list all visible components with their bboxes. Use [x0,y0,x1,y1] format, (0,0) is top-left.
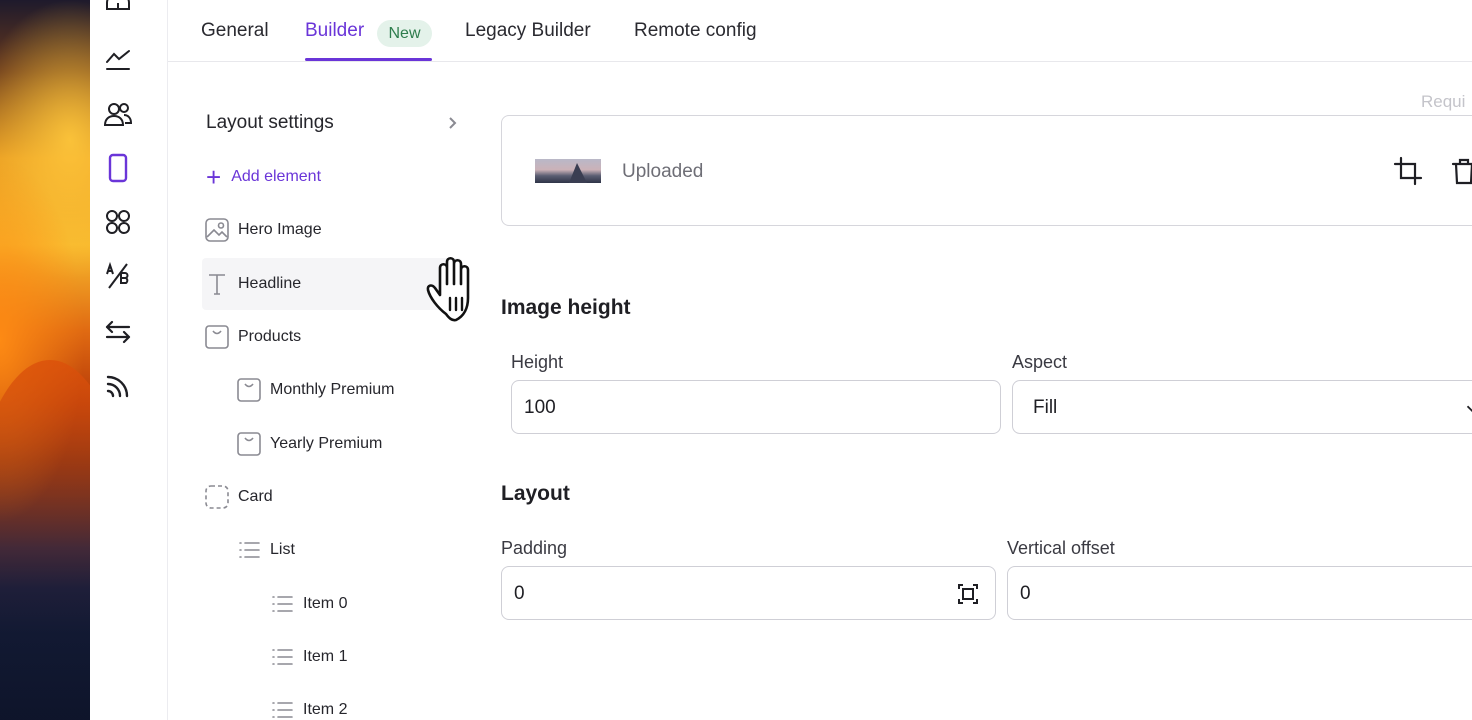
tree-item-label: Yearly Premium [270,435,383,452]
tree-item-label: Item 1 [303,648,348,665]
list-icon [269,591,295,617]
tree-item-label: Card [238,488,273,505]
crop-icon[interactable] [1391,154,1425,188]
tree-item-yearly-premium[interactable]: Yearly Premium [236,419,382,469]
add-element-button[interactable]: + Add element [206,162,321,192]
tree-item-label: Item 2 [303,701,348,718]
plus-icon: + [206,162,222,192]
image-icon [204,217,230,243]
tree-item-products[interactable]: Products [204,312,301,362]
rss-feed-icon[interactable] [102,370,134,402]
vertical-offset-input[interactable]: 0 [1007,566,1472,620]
height-label: Height [511,352,564,372]
hand-cursor-icon [426,256,470,322]
padding-box-icon[interactable] [954,580,982,608]
layout-settings[interactable]: Layout settings [206,112,334,134]
vertical-offset-value: 0 [1020,583,1031,604]
add-element-label: Add element [231,168,322,185]
tab-general[interactable]: General [201,20,269,60]
padding-value: 0 [514,583,525,604]
tab-bar: General Builder New Legacy Builder Remot… [168,0,1472,62]
chevron-right-icon[interactable] [444,114,460,132]
product-box-icon [204,324,230,350]
tree-item-item-1[interactable]: Item 1 [269,632,347,682]
tree-item-label: Products [238,328,302,345]
image-thumbnail [535,159,601,183]
properties-panel: Requi Uploaded Image height Height 100 A… [468,62,1472,720]
tree-item-label: Monthly Premium [270,381,395,398]
list-icon [236,537,262,563]
tree-item-label: List [270,541,295,558]
product-box-icon [236,431,262,457]
chart-line-icon[interactable] [102,44,134,76]
ab-test-icon[interactable] [102,260,134,292]
product-box-icon [236,377,262,403]
tree-item-label: Headline [238,275,302,292]
image-upload-card[interactable]: Uploaded [501,115,1472,226]
height-value: 100 [524,397,556,418]
aspect-select[interactable]: Fill [1012,380,1472,434]
active-tab-indicator [305,58,432,61]
tab-remote-config[interactable]: Remote config [634,20,757,60]
dashboard-icon[interactable] [102,0,134,22]
trash-icon[interactable] [1447,154,1472,188]
list-icon [269,644,295,670]
tab-legacy-builder[interactable]: Legacy Builder [465,20,591,60]
padding-label: Padding [501,538,568,558]
text-icon [204,271,230,297]
tree-item-card[interactable]: Card [204,472,273,522]
tree-item-list[interactable]: List [236,525,295,575]
desktop-wallpaper [0,0,130,720]
tree-item-monthly-premium[interactable]: Monthly Premium [236,365,394,415]
tree-item-headline[interactable]: Headline [204,259,301,309]
tree-item-label: Item 0 [303,595,348,612]
aspect-value: Fill [1033,397,1058,418]
padding-input[interactable]: 0 [501,566,996,620]
tab-builder[interactable]: Builder [305,20,364,60]
upload-status: Uploaded [622,161,704,182]
image-height-title: Image height [501,296,631,319]
users-icon[interactable] [102,98,134,130]
height-input[interactable]: 100 [511,380,1001,434]
icon-rail [90,0,168,720]
vertical-offset-label: Vertical offset [1007,538,1115,558]
mobile-icon[interactable] [102,152,134,184]
transfer-icon[interactable] [102,316,134,348]
chevron-down-icon [1458,394,1472,422]
tree-item-item-2[interactable]: Item 2 [269,685,347,720]
list-icon [269,697,295,720]
required-label: Requi [1421,92,1466,111]
tree-item-label: Hero Image [238,221,322,238]
element-tree: Layout settings + Add element Hero Image… [168,62,468,720]
apps-grid-icon[interactable] [102,206,134,238]
card-dashed-icon [204,484,230,510]
layout-title: Layout [501,482,570,505]
aspect-label: Aspect [1012,352,1068,372]
tree-item-item-0[interactable]: Item 0 [269,579,347,629]
tree-item-hero-image[interactable]: Hero Image [204,205,322,255]
new-badge: New [377,20,432,47]
